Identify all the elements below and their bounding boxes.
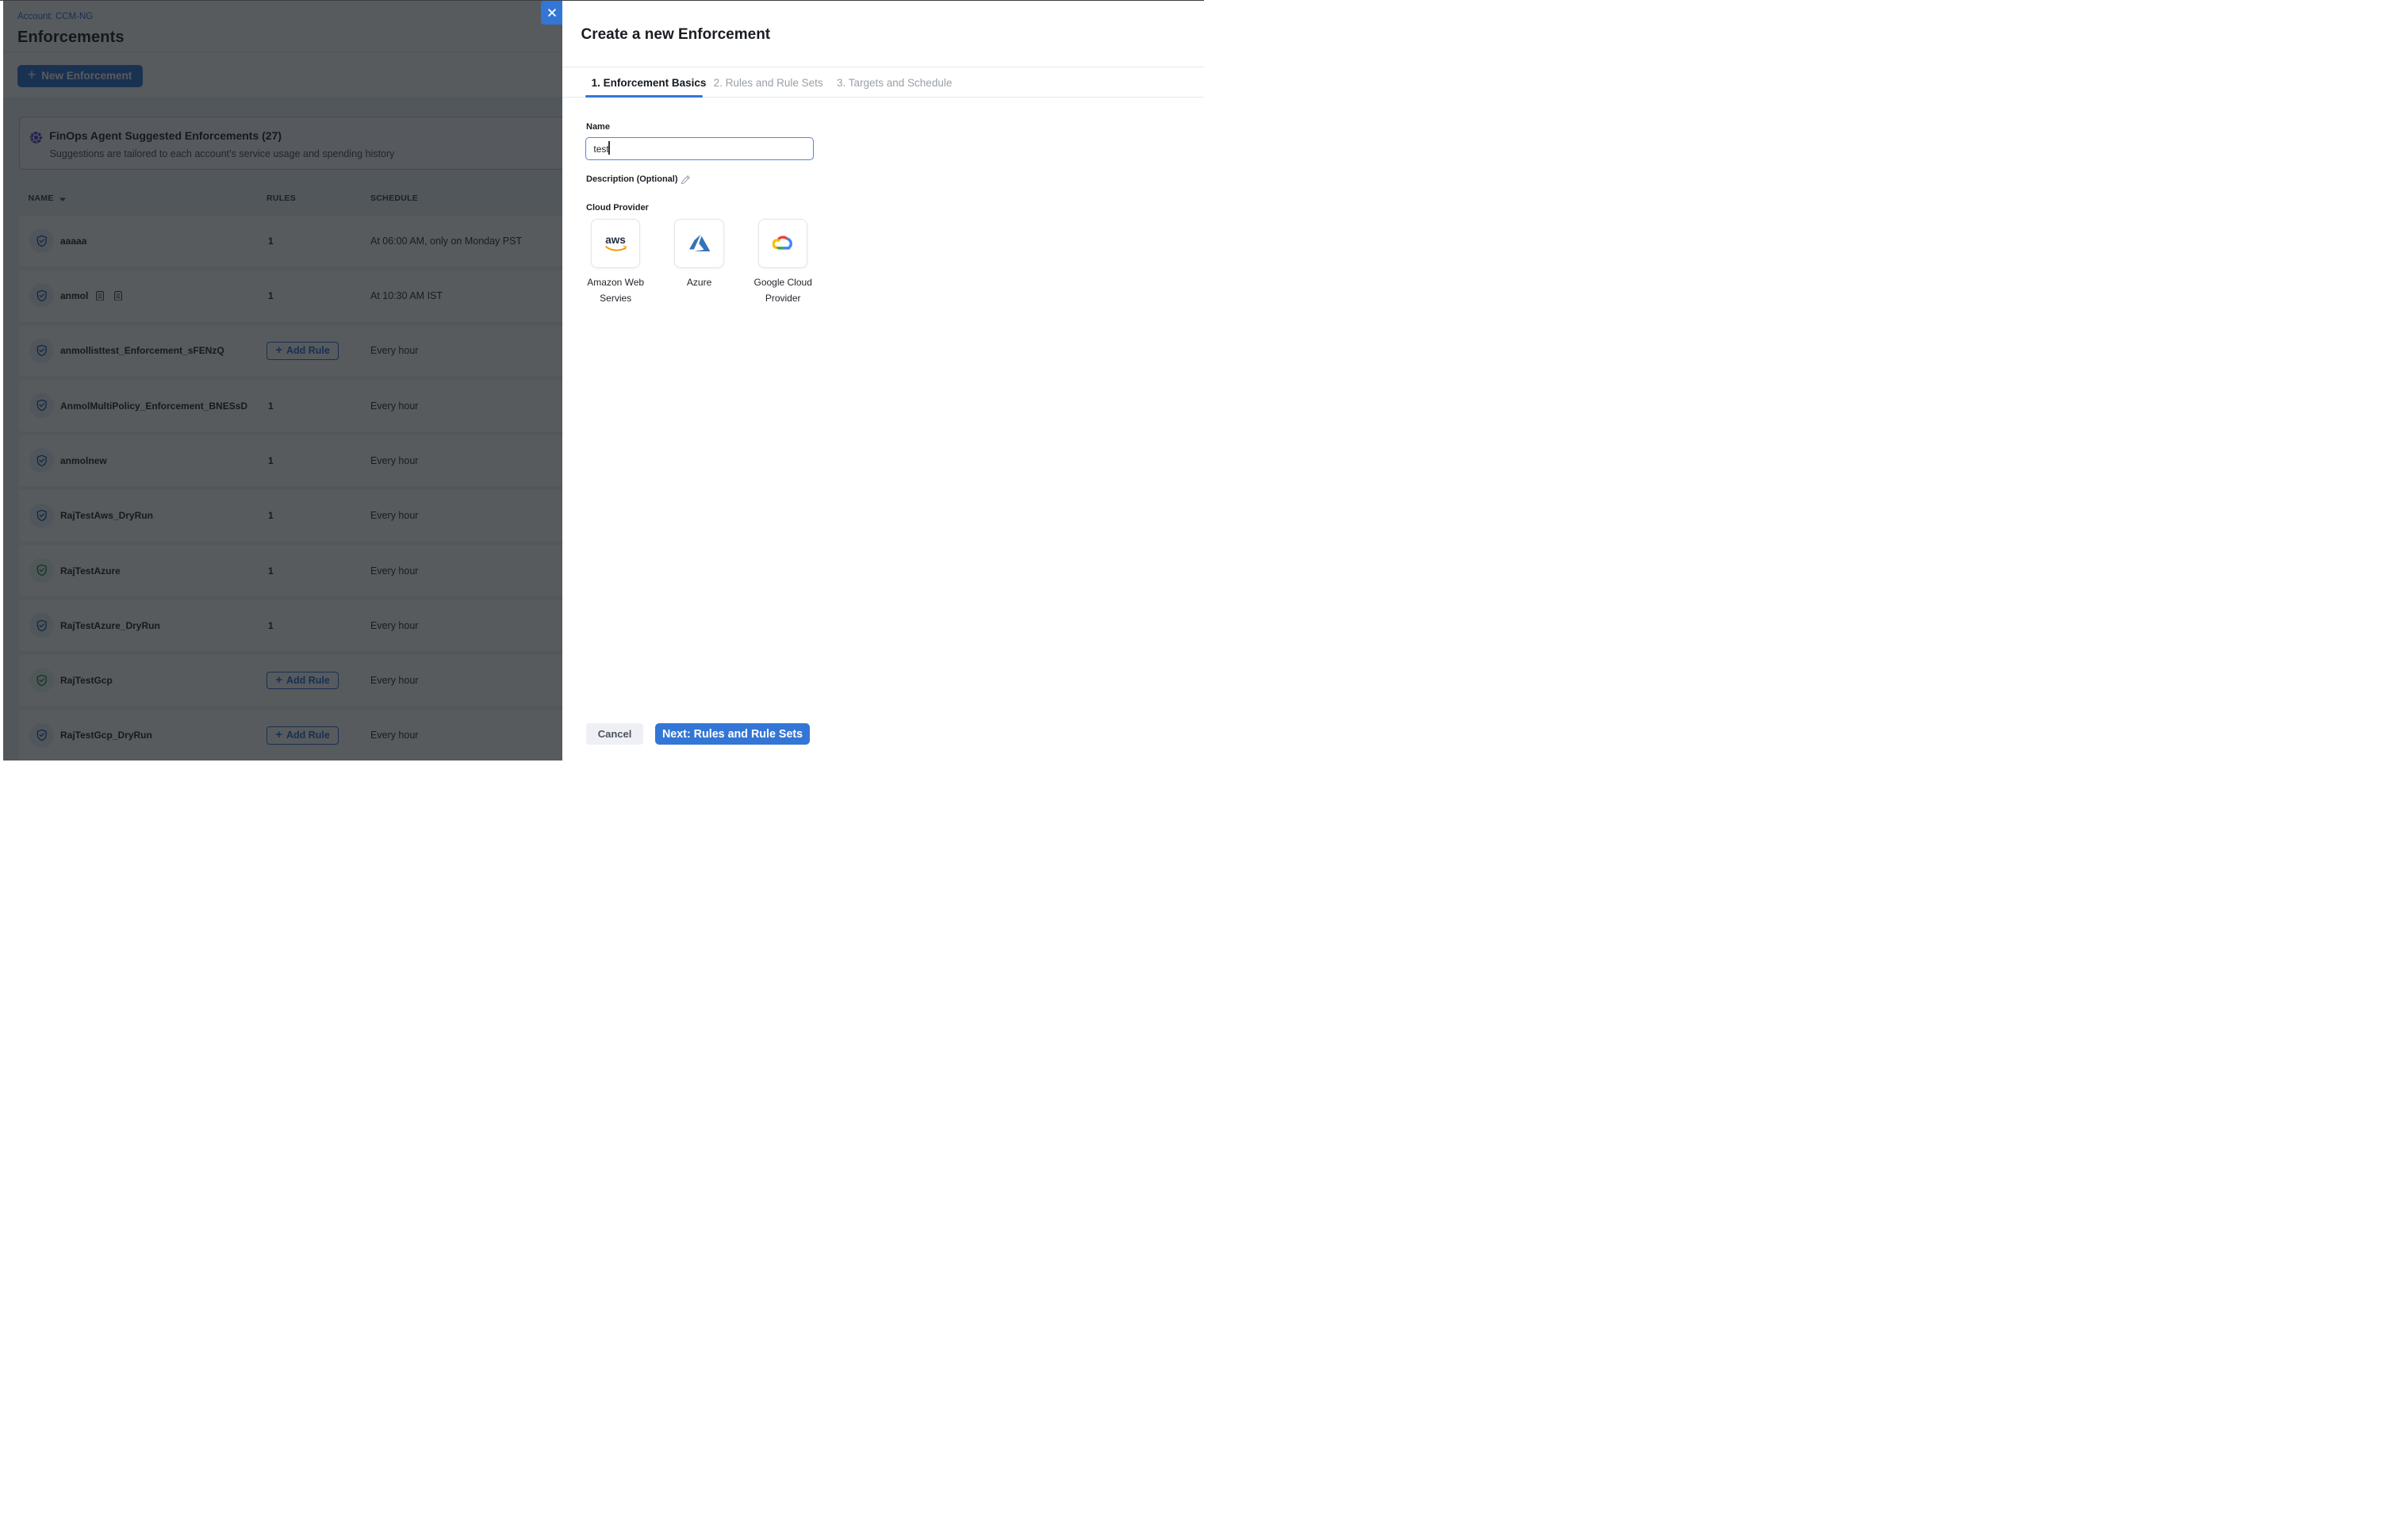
svg-text:aws: aws bbox=[605, 234, 626, 246]
